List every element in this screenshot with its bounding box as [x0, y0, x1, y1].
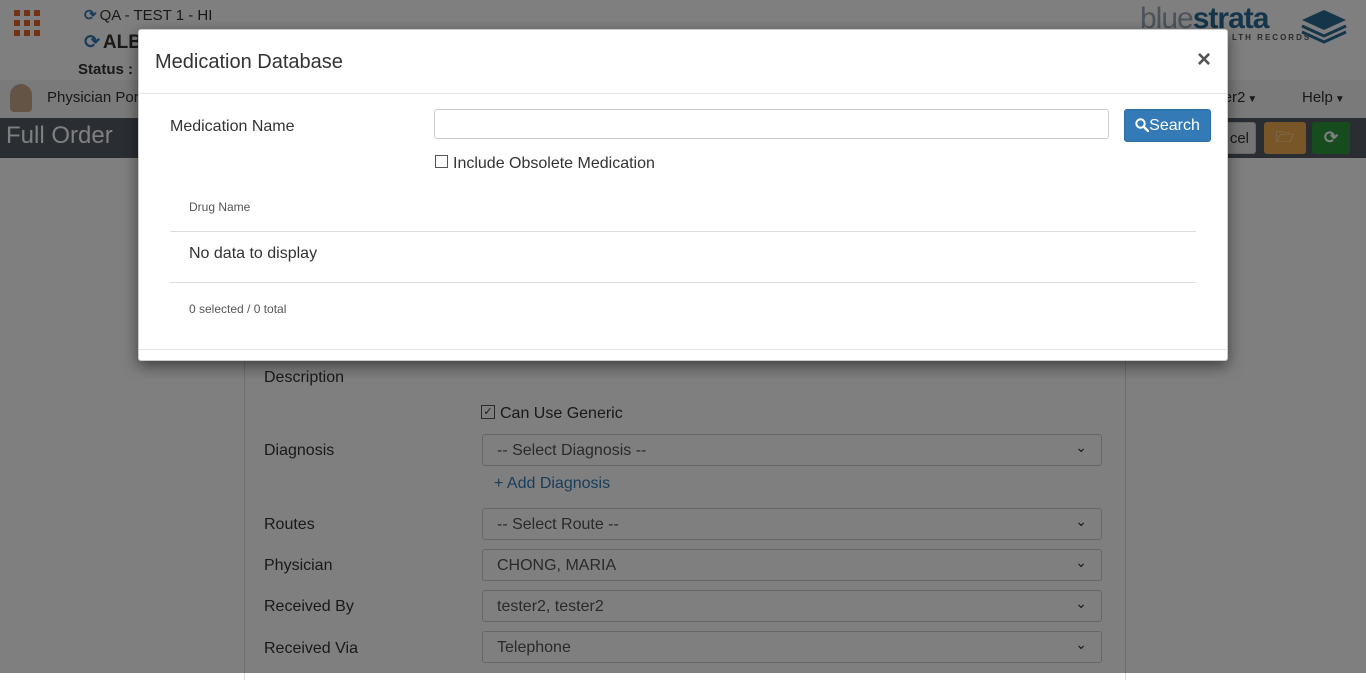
- modal-header: Medication Database ×: [139, 30, 1227, 94]
- modal-title: Medication Database: [155, 51, 343, 73]
- medication-database-modal: Medication Database × Medication Name Se…: [138, 29, 1228, 361]
- selection-summary: 0 selected / 0 total: [189, 302, 287, 316]
- modal-footer-divider: [139, 349, 1227, 350]
- search-button[interactable]: Search: [1124, 109, 1211, 142]
- include-obsolete-checkbox[interactable]: [435, 155, 448, 168]
- search-icon: [1135, 118, 1150, 133]
- column-header-drug-name[interactable]: Drug Name: [189, 200, 250, 214]
- close-icon[interactable]: ×: [1197, 48, 1211, 72]
- include-obsolete-label: Include Obsolete Medication: [453, 155, 655, 172]
- medication-name-input[interactable]: [434, 109, 1109, 139]
- empty-grid-message: No data to display: [189, 245, 318, 262]
- medication-name-label: Medication Name: [170, 118, 295, 135]
- grid-divider: [170, 231, 1196, 232]
- grid-divider: [170, 282, 1196, 283]
